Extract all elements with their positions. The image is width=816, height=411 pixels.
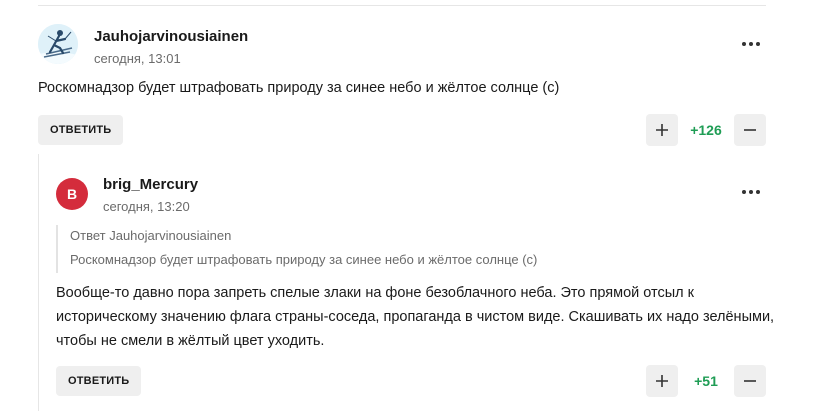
quote-prefix: Ответ	[70, 228, 106, 243]
timestamp: сегодня, 13:01	[94, 51, 181, 66]
score: +126	[690, 122, 722, 138]
minus-icon	[744, 380, 756, 382]
quote-author[interactable]: Jauhojarvinousiainen	[109, 228, 231, 243]
thread-line	[38, 154, 39, 411]
quoted-comment: Ответ Jauhojarvinousiainen Роскомнадзор …	[56, 225, 758, 273]
minus-icon	[744, 129, 756, 131]
username[interactable]: brig_Mercury	[103, 176, 198, 193]
username[interactable]: Jauhojarvinousiainen	[94, 28, 248, 45]
plus-icon	[656, 124, 668, 136]
downvote-button[interactable]	[734, 114, 766, 146]
skier-icon	[38, 24, 78, 64]
comment-text-line: историческому значению флага страны-сосе…	[56, 309, 775, 325]
plus-icon	[656, 375, 668, 387]
avatar[interactable]: B	[56, 178, 88, 210]
upvote-button[interactable]	[646, 114, 678, 146]
upvote-button[interactable]	[646, 365, 678, 397]
reply-button[interactable]: ОТВЕТИТЬ	[38, 115, 124, 145]
comment-text: Роскомнадзор будет штрафовать природу за…	[38, 80, 560, 96]
reply-button[interactable]: ОТВЕТИТЬ	[56, 366, 142, 396]
avatar[interactable]	[38, 24, 78, 64]
quote-text: Роскомнадзор будет штрафовать природу за…	[70, 252, 538, 267]
more-options-icon[interactable]	[738, 34, 764, 54]
timestamp: сегодня, 13:20	[103, 199, 190, 214]
score: +51	[694, 373, 718, 389]
quote-header: Ответ Jauhojarvinousiainen	[70, 228, 231, 243]
more-options-icon[interactable]	[738, 182, 764, 202]
comment-text-line: чтобы не смели в жёлтый цвет уходить.	[56, 333, 325, 349]
downvote-button[interactable]	[734, 365, 766, 397]
comment-text-line: Вообще-то давно пора запреть спелые злак…	[56, 285, 694, 301]
divider	[38, 5, 766, 6]
